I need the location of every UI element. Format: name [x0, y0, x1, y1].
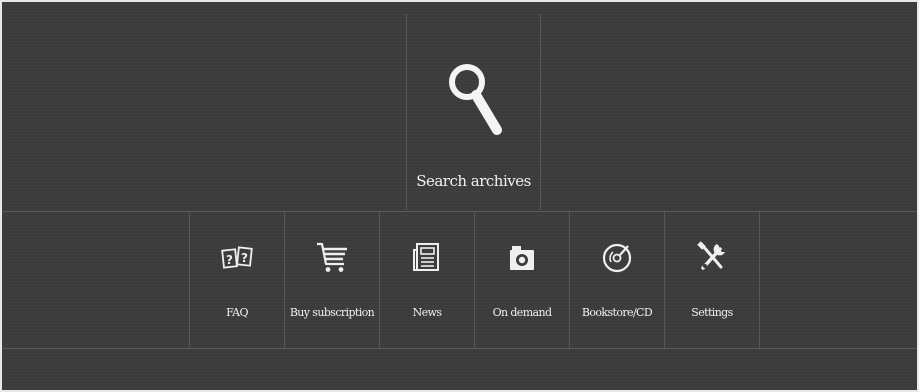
nav-item-news[interactable]: News	[379, 212, 474, 348]
nav-item-settings[interactable]: Settings	[664, 212, 760, 348]
nav-item-faq-label: FAQ	[226, 306, 248, 319]
main-menu-panel: Search archives ? ? FAQ Buy subscription…	[2, 2, 917, 390]
svg-text:?: ?	[226, 253, 233, 267]
search-archives-button[interactable]: Search archives	[406, 14, 541, 210]
camera-icon	[505, 240, 539, 274]
nav-item-bookstore-cd[interactable]: Bookstore/CD	[569, 212, 664, 348]
nav-item-faq[interactable]: ? ? FAQ	[189, 212, 284, 348]
tools-icon	[695, 240, 729, 274]
faq-icon: ? ?	[220, 240, 254, 274]
svg-text:?: ?	[241, 251, 248, 265]
nav-item-buy-subscription[interactable]: Buy subscription	[284, 212, 379, 348]
magnifier-icon	[445, 58, 505, 148]
nav-menu: ? ? FAQ Buy subscription News On demand …	[2, 212, 917, 349]
nav-item-on-demand[interactable]: On demand	[474, 212, 569, 348]
nav-item-settings-label: Settings	[691, 306, 733, 319]
search-section: Search archives	[2, 2, 917, 212]
footer-area	[2, 349, 917, 390]
nav-item-on-demand-label: On demand	[492, 306, 552, 319]
newspaper-icon	[410, 240, 444, 274]
cart-icon	[315, 240, 349, 274]
nav-item-bookstore-cd-label: Bookstore/CD	[581, 306, 653, 319]
disc-icon	[600, 240, 634, 274]
nav-item-news-label: News	[412, 306, 442, 319]
search-archives-label: Search archives	[416, 172, 531, 190]
nav-item-buy-subscription-label: Buy subscription	[289, 306, 375, 319]
